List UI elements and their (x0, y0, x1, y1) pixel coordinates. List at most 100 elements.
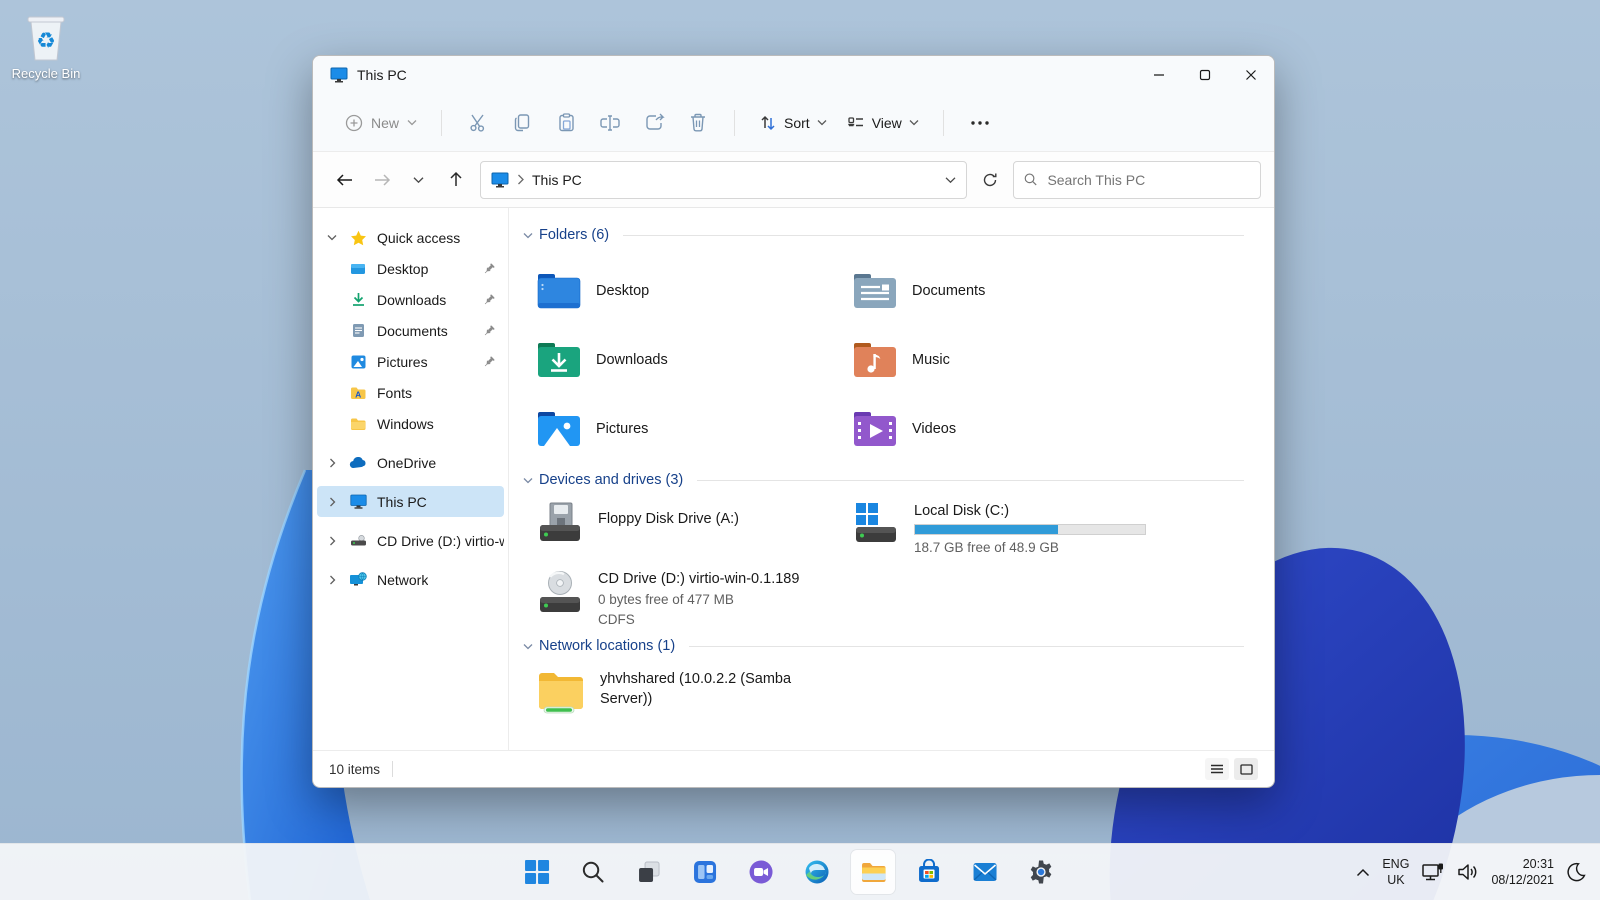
new-button[interactable]: New (335, 108, 427, 138)
minimize-button[interactable] (1136, 56, 1182, 94)
folder-tile-pictures[interactable]: Pictures (536, 394, 852, 463)
sidebar-item-quick-access[interactable]: Quick access (317, 222, 504, 253)
drives-grid: Floppy Disk Drive (A:) Local Disk (C:) 1… (536, 501, 1260, 627)
clock[interactable]: 20:31 08/12/2021 (1491, 856, 1554, 889)
taskbar-start-button[interactable] (515, 850, 559, 894)
maximize-button[interactable] (1182, 56, 1228, 94)
explorer-content: Quick access Desktop Downloads Documents (313, 208, 1274, 750)
ethernet-icon (1422, 863, 1444, 881)
taskbar-settings-button[interactable] (1019, 850, 1063, 894)
view-button-label: View (871, 114, 902, 131)
language-line1: ENG (1382, 856, 1410, 871)
pin-icon (484, 356, 495, 367)
section-devices[interactable]: Devices and drives (3) (523, 469, 1260, 491)
taskbar-mail-button[interactable] (963, 850, 1007, 894)
cut-button[interactable] (456, 105, 500, 141)
address-dropdown-button[interactable] (945, 171, 956, 189)
breadcrumb-location[interactable]: This PC (532, 172, 582, 188)
taskbar-store-button[interactable] (907, 850, 951, 894)
rename-button[interactable] (588, 105, 632, 141)
volume-tray-button[interactable] (1457, 863, 1479, 881)
back-button[interactable] (326, 163, 363, 197)
details-view-button[interactable] (1205, 758, 1229, 780)
search-input[interactable] (1047, 171, 1250, 188)
fonts-folder-icon: A (351, 387, 366, 399)
network-tray-button[interactable] (1421, 862, 1445, 882)
section-network[interactable]: Network locations (1) (523, 635, 1260, 657)
folder-tile-desktop[interactable]: Desktop (536, 256, 852, 325)
cut-icon (469, 114, 484, 132)
folder-name: Desktop (596, 282, 650, 299)
folder-name: Pictures (596, 420, 649, 437)
section-rule (689, 645, 1244, 647)
sidebar-item-windows[interactable]: Windows (317, 408, 504, 439)
chevron-down-icon (407, 120, 417, 126)
folder-tile-downloads[interactable]: Downloads (536, 325, 852, 394)
taskbar-widgets-button[interactable] (683, 850, 727, 894)
close-button[interactable] (1228, 56, 1274, 94)
recycle-bin-shortcut[interactable]: ♻ Recycle Bin (4, 10, 88, 81)
more-options-button[interactable] (958, 105, 1002, 141)
drive-free-space: 0 bytes free of 477 MB (598, 592, 734, 607)
network-share-tile[interactable]: yhvhshared (10.0.2.2 (Samba Server)) (536, 669, 1260, 717)
section-rule (623, 234, 1244, 236)
star-icon (350, 230, 366, 245)
drive-tile-cd[interactable]: CD Drive (D:) virtio-win-0.1.189 0 bytes… (536, 569, 852, 627)
recent-locations-button[interactable] (400, 163, 437, 197)
copy-button[interactable] (500, 105, 544, 141)
sidebar-item-network[interactable]: Network (317, 564, 504, 595)
folder-tile-videos[interactable]: Videos (852, 394, 1260, 463)
language-indicator[interactable]: ENG UK (1382, 856, 1409, 889)
toolbar-separator (942, 109, 944, 136)
sidebar-item-cd-drive[interactable]: CD Drive (D:) virtio-w (317, 525, 504, 556)
address-bar[interactable]: This PC (480, 160, 967, 199)
search-box[interactable] (1013, 160, 1261, 199)
folder-tile-documents[interactable]: Documents (852, 256, 1260, 325)
sidebar-item-this-pc[interactable]: This PC (317, 486, 504, 517)
taskbar-edge-button[interactable] (795, 850, 839, 894)
sidebar-item-fonts[interactable]: A Fonts (317, 377, 504, 408)
sidebar-item-desktop[interactable]: Desktop (317, 253, 504, 284)
drive-tile-floppy[interactable]: Floppy Disk Drive (A:) (536, 501, 852, 555)
share-icon (645, 113, 665, 130)
network-share-name: yhvhshared (10.0.2.2 (Samba Server)) (600, 671, 792, 708)
up-button[interactable] (437, 163, 474, 197)
chevron-right-icon (329, 497, 335, 506)
taskbar-search-button[interactable] (571, 850, 615, 894)
forward-button[interactable] (363, 163, 400, 197)
refresh-icon (983, 173, 997, 186)
sidebar-item-label: Documents (377, 322, 448, 339)
breadcrumb: This PC (491, 172, 582, 188)
sidebar-item-documents[interactable]: Documents (317, 315, 504, 346)
disk-usage-bar (914, 524, 1146, 535)
desktop-folder-icon (537, 273, 581, 308)
view-icon (848, 116, 863, 126)
delete-button[interactable] (676, 105, 720, 141)
sidebar-item-pictures[interactable]: Pictures (317, 346, 504, 377)
paste-button[interactable] (544, 105, 588, 141)
refresh-button[interactable] (971, 163, 1009, 197)
titlebar[interactable]: This PC (313, 56, 1274, 94)
disk-usage-fill (915, 525, 1058, 534)
share-button[interactable] (632, 105, 676, 141)
tray-show-hidden-icons-button[interactable] (1356, 868, 1370, 877)
large-icons-view-button[interactable] (1234, 758, 1258, 780)
sidebar-item-onedrive[interactable]: OneDrive (317, 447, 504, 478)
pictures-icon (351, 355, 365, 368)
taskbar-task-view-button[interactable] (627, 850, 671, 894)
section-folders[interactable]: Folders (6) (523, 224, 1260, 246)
taskbar-file-explorer-button[interactable] (851, 850, 896, 894)
drive-name: Floppy Disk Drive (A:) (598, 511, 739, 527)
section-title: Network locations (1) (539, 638, 676, 654)
drive-tile-local-disk[interactable]: Local Disk (C:) 18.7 GB free of 48.9 GB (852, 501, 1260, 555)
edge-icon (805, 860, 829, 884)
view-button[interactable]: View (837, 109, 929, 137)
folder-tile-music[interactable]: Music (852, 325, 1260, 394)
folder-icon (351, 418, 366, 430)
focus-assist-button[interactable] (1566, 862, 1586, 882)
sort-button[interactable]: Sort (749, 108, 837, 138)
sidebar-item-downloads[interactable]: Downloads (317, 284, 504, 315)
taskbar-chat-button[interactable] (739, 850, 783, 894)
plus-circle-icon (345, 114, 363, 131)
sidebar-item-label: Windows (377, 415, 434, 432)
